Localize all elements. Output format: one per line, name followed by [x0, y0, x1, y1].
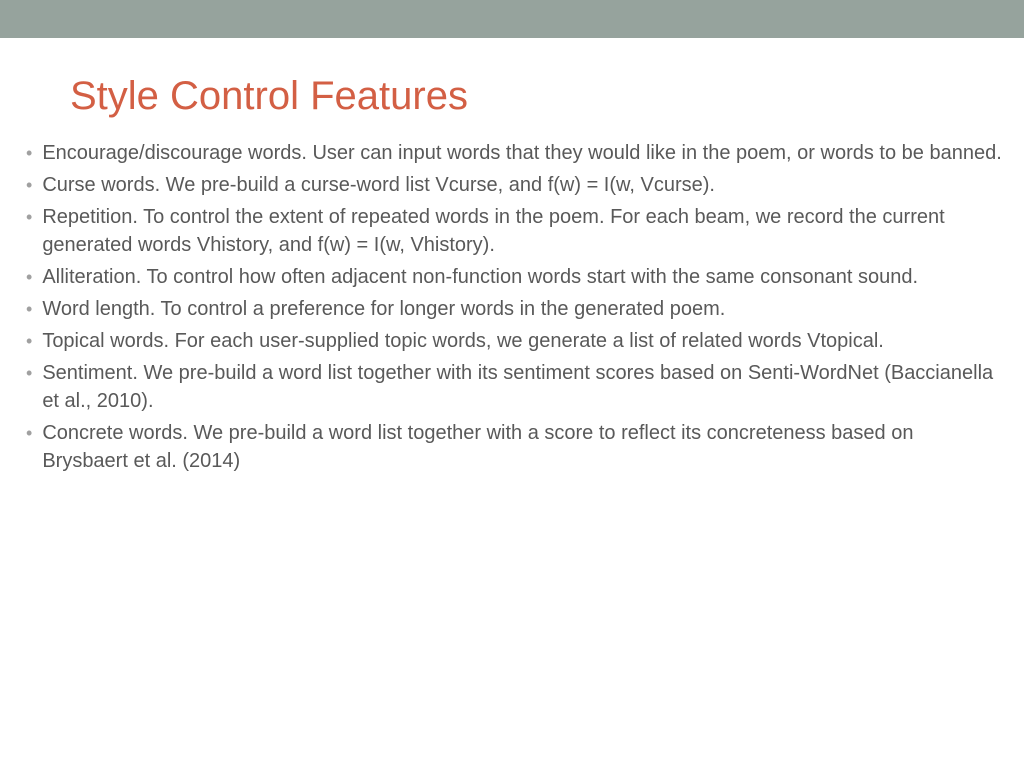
bullet-icon: • [26, 265, 32, 290]
bullet-icon: • [26, 297, 32, 322]
top-accent-bar [0, 0, 1024, 38]
bullet-text: Topical words. For each user-supplied to… [42, 327, 1004, 355]
list-item: • Encourage/discourage words. User can i… [20, 139, 1004, 167]
bullet-text: Concrete words. We pre-build a word list… [42, 419, 1004, 475]
bullet-icon: • [26, 421, 32, 446]
list-item: • Topical words. For each user-supplied … [20, 327, 1004, 355]
bullet-text: Alliteration. To control how often adjac… [42, 263, 1004, 291]
bullet-text: Sentiment. We pre-build a word list toge… [42, 359, 1004, 415]
list-item: • Word length. To control a preference f… [20, 295, 1004, 323]
list-item: • Curse words. We pre-build a curse-word… [20, 171, 1004, 199]
bullet-icon: • [26, 173, 32, 198]
list-item: • Concrete words. We pre-build a word li… [20, 419, 1004, 475]
bullet-text: Encourage/discourage words. User can inp… [42, 139, 1004, 167]
bullet-icon: • [26, 361, 32, 386]
list-item: • Alliteration. To control how often adj… [20, 263, 1004, 291]
list-item: • Repetition. To control the extent of r… [20, 203, 1004, 259]
bullet-text: Word length. To control a preference for… [42, 295, 1004, 323]
slide-content: Style Control Features • Encourage/disco… [0, 38, 1024, 475]
bullet-text: Repetition. To control the extent of rep… [42, 203, 1004, 259]
bullet-icon: • [26, 141, 32, 166]
slide-title: Style Control Features [70, 74, 1004, 119]
bullet-icon: • [26, 205, 32, 230]
list-item: • Sentiment. We pre-build a word list to… [20, 359, 1004, 415]
bullet-list: • Encourage/discourage words. User can i… [20, 139, 1004, 475]
bullet-icon: • [26, 329, 32, 354]
bullet-text: Curse words. We pre-build a curse-word l… [42, 171, 1004, 199]
